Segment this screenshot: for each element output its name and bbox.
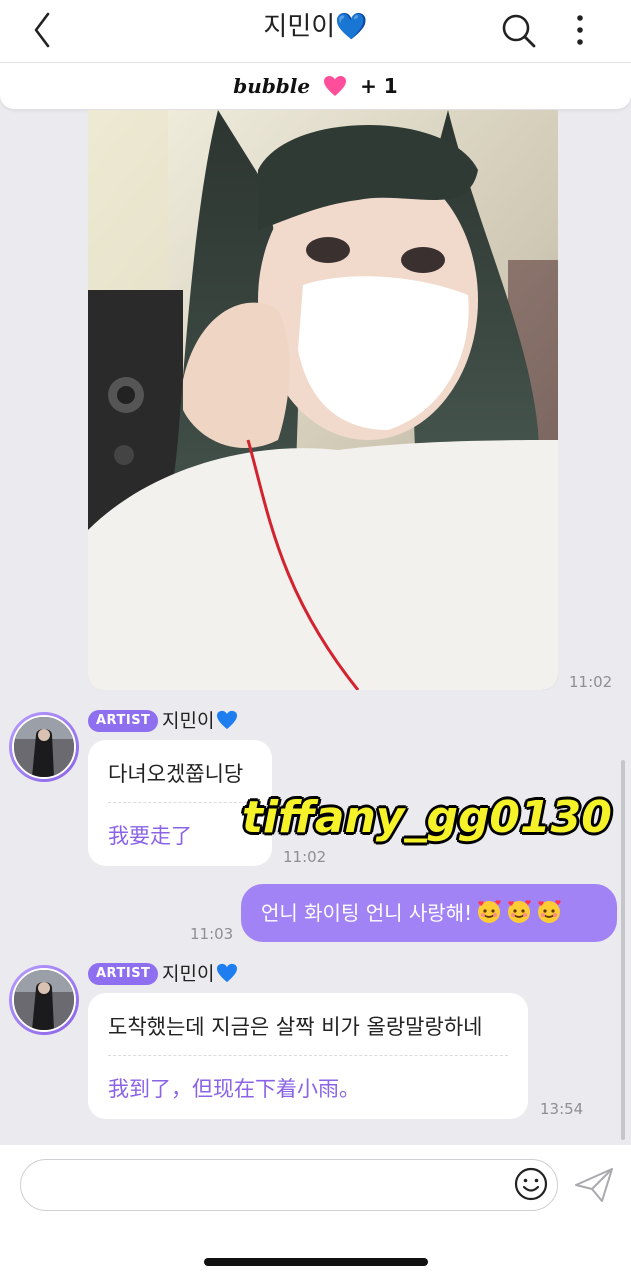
watermark: tiffany_gg0130: [242, 792, 612, 843]
artist-message-bubble[interactable]: 도착했는데 지금은 살짝 비가 올랑말랑하네 我到了，但现在下着小雨。: [88, 993, 528, 1119]
sender-name[interactable]: 지민이: [162, 962, 238, 986]
search-button[interactable]: [496, 8, 540, 52]
subscription-count: + 1: [360, 74, 398, 98]
send-icon: [575, 1168, 613, 1202]
smiling-face-with-hearts-emoji: [538, 900, 561, 923]
scrollbar[interactable]: [621, 760, 625, 1140]
photo-message[interactable]: [88, 110, 558, 690]
avatar[interactable]: [9, 965, 79, 1035]
avatar-image: [12, 715, 76, 779]
pink-heart-icon: [324, 76, 347, 96]
message-time: 11:03: [190, 925, 234, 943]
artist-badge: ARTIST: [88, 963, 159, 985]
smiley-icon: [514, 1167, 548, 1201]
avatar[interactable]: [9, 712, 79, 782]
send-button[interactable]: [572, 1165, 616, 1205]
subscription-bar[interactable]: bubble + 1: [0, 62, 631, 109]
translation-divider: [108, 802, 252, 803]
smiling-face-with-hearts-emoji: [508, 900, 531, 923]
message-translation: 我要走了: [108, 824, 192, 848]
message-time: 13:54: [540, 1100, 584, 1118]
sender-name-text: 지민이: [162, 710, 215, 732]
selfie-photo: [88, 110, 558, 690]
sender-name[interactable]: 지민이: [162, 709, 238, 733]
message-korean: 도착했는데 지금은 살짝 비가 올랑말랑하네: [108, 1015, 483, 1039]
message-time: 11:02: [569, 673, 613, 691]
chat-header: 지민이💙: [0, 0, 631, 62]
bubble-brand: bubble: [233, 74, 311, 98]
fan-message-text: 언니 화이팅 언니 사랑해!: [261, 901, 473, 925]
smiling-face-with-hearts-emoji: [478, 900, 501, 923]
blue-heart-icon: [217, 710, 238, 730]
home-indicator: [204, 1258, 428, 1266]
emoji-button[interactable]: [512, 1165, 550, 1203]
translation-divider: [108, 1055, 508, 1056]
message-time: 11:02: [283, 848, 327, 866]
avatar-image: [12, 968, 76, 1032]
artist-badge: ARTIST: [88, 710, 159, 732]
message-translation: 我到了，但现在下着小雨。: [108, 1077, 360, 1101]
blue-heart-icon: [217, 963, 238, 983]
more-vertical-icon: [577, 15, 583, 45]
sender-name-text: 지민이: [162, 963, 215, 985]
message-korean: 다녀오겠쭙니당: [108, 762, 244, 786]
message-input[interactable]: [20, 1159, 558, 1211]
search-icon: [502, 14, 536, 48]
fan-message-bubble[interactable]: 언니 화이팅 언니 사랑해!: [241, 884, 617, 942]
more-options-button[interactable]: [560, 8, 600, 52]
